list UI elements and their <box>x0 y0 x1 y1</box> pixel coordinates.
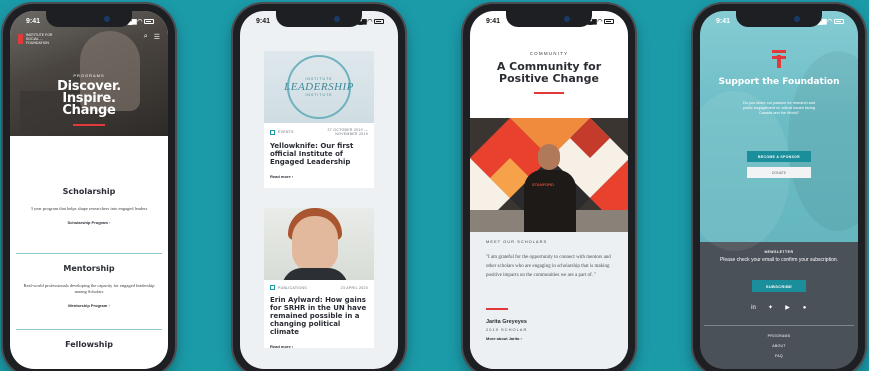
card-meta: EVENTS 27 OCTOBER 2019 — NOVEMBER 2019 <box>264 123 374 136</box>
support-title: Support the Foundation <box>718 77 840 87</box>
screen-community: 9:41 ▂▄▆ ◠ COMMUNITY A Community for Pos… <box>470 11 628 369</box>
twitter-icon[interactable]: ✦ <box>767 304 775 311</box>
accent-line <box>73 124 105 126</box>
leadership-badge-logo: INSTITUTE LEADERSHIP INSTITUTE <box>284 55 353 119</box>
shirt-text: STANFORD <box>532 182 554 187</box>
footer-link-programs[interactable]: PROGRAMS <box>700 334 858 338</box>
footer-divider <box>704 325 854 326</box>
section-heading: Fellowship <box>65 340 113 349</box>
card-date: 27 OCTOBER 2019 — NOVEMBER 2019 <box>327 128 368 136</box>
support-text: Do you share our passion for research an… <box>742 101 816 115</box>
linkedin-icon[interactable]: in <box>750 304 758 311</box>
status-time: 9:41 <box>26 17 41 25</box>
card-image <box>264 208 374 280</box>
notch <box>506 11 592 27</box>
section-heading: Scholarship <box>62 187 116 196</box>
card-meta: PUBLICATIONS 23 APRIL 2020 <box>264 280 374 290</box>
status-time: 9:41 <box>256 17 271 25</box>
section-label: MEET OUR SCHOLARS <box>486 239 548 244</box>
divider <box>16 253 162 254</box>
section-description: 3 year program that helps shape research… <box>30 206 148 211</box>
page-kicker: COMMUNITY <box>529 51 569 56</box>
notch <box>736 11 822 27</box>
status-time: 9:41 <box>716 17 731 25</box>
calendar-icon <box>270 129 275 135</box>
divider <box>16 329 162 330</box>
accent-line <box>486 308 508 310</box>
search-icon[interactable]: ⌕ <box>144 33 148 41</box>
hero-title: Discover. Inspire. Change <box>10 80 168 118</box>
notch <box>46 11 132 27</box>
program-section-mentorship: Mentorship Real-world professionals deve… <box>10 264 168 308</box>
donate-button[interactable]: DONATE <box>747 167 811 178</box>
program-section-scholarship: Scholarship 3 year program that helps sh… <box>10 187 168 225</box>
program-section-fellowship: Fellowship <box>10 340 168 349</box>
scholar-role: 2019 SCHOLAR <box>486 327 528 332</box>
card-category: EVENTS <box>278 130 294 134</box>
battery-icon <box>144 18 154 24</box>
card-category: PUBLICATIONS <box>278 285 308 290</box>
support-hero <box>700 11 858 251</box>
read-more-link[interactable]: Read more › <box>264 336 374 349</box>
card-title[interactable]: Erin Aylward: How gains for SRHR in the … <box>264 290 374 336</box>
header-icons: ⌕ ☰ <box>144 33 160 41</box>
site-logo[interactable]: INSTITUTE FOR SOCIAL ... FOUNDATION <box>18 33 66 45</box>
battery-icon <box>374 18 384 24</box>
screen-news: 9:41 ▂▄▆ ◠ INSTITUTE LEADERSHIP INSTITUT… <box>240 11 398 369</box>
logo-mark-icon <box>18 34 23 44</box>
chevron-right-icon: › <box>108 303 110 308</box>
phone-news: 9:41 ▂▄▆ ◠ INSTITUTE LEADERSHIP INSTITUT… <box>233 4 405 371</box>
status-time: 9:41 <box>486 17 501 25</box>
subscribe-button[interactable]: SUBSCRIBE <box>752 280 806 292</box>
phone-programs: 9:41 ▂▄▆ ◠ INSTITUTE FOR SOCIAL ... FOUN… <box>3 4 175 371</box>
screen-support: 9:41 ▂▄▆ ◠ Support the Foundation Do you… <box>700 11 858 369</box>
battery-icon <box>604 18 614 24</box>
news-card[interactable]: INSTITUTE LEADERSHIP INSTITUTE EVENTS 27… <box>264 51 374 188</box>
chevron-right-icon: › <box>520 336 522 341</box>
logo-text: INSTITUTE FOR SOCIAL ... FOUNDATION <box>26 33 53 45</box>
calendar-icon <box>270 285 275 290</box>
read-more-link[interactable]: Read more › <box>264 166 374 179</box>
card-image: INSTITUTE LEADERSHIP INSTITUTE <box>264 51 374 123</box>
screen-programs: 9:41 ▂▄▆ ◠ INSTITUTE FOR SOCIAL ... FOUN… <box>10 11 168 369</box>
chevron-right-icon: › <box>291 174 294 179</box>
page-title-line: Positive Change <box>499 72 599 85</box>
phone-support: 9:41 ▂▄▆ ◠ Support the Foundation Do you… <box>693 4 865 371</box>
battery-icon <box>834 18 844 24</box>
page-title: A Community for Positive Change <box>470 61 628 85</box>
scholarship-program-link[interactable]: Scholarship Program › <box>10 220 168 225</box>
accent-line <box>534 92 564 94</box>
more-about-link[interactable]: More about Jarita › <box>486 336 522 341</box>
section-heading: Mentorship <box>63 264 115 273</box>
section-description: Real-world professionals developing the … <box>23 283 155 294</box>
scholar-photo: STANFORD <box>470 118 628 232</box>
card-title[interactable]: Yellowknife: Our first official Institut… <box>264 136 374 166</box>
social-links: in ✦ ▶ ● <box>700 304 858 312</box>
menu-icon[interactable]: ☰ <box>154 33 160 41</box>
card-date: 23 APRIL 2020 <box>340 285 368 290</box>
chevron-right-icon: › <box>109 220 111 225</box>
hero-title-line: Change <box>62 103 116 118</box>
hero-kicker: PROGRAMS <box>73 73 105 78</box>
newsletter-message: Please check your email to confirm your … <box>719 257 839 263</box>
youtube-icon[interactable]: ▶ <box>784 304 792 311</box>
chevron-right-icon: › <box>291 344 294 349</box>
facebook-icon[interactable]: ● <box>801 304 809 311</box>
newsletter-label: NEWSLETTER <box>764 250 794 254</box>
footer-link-about[interactable]: ABOUT <box>700 344 858 348</box>
footer-link-faq[interactable]: FAQ <box>700 354 858 358</box>
scholar-quote: "I am grateful for the opportunity to co… <box>486 255 611 278</box>
foundation-logo-icon <box>772 50 786 68</box>
notch <box>276 11 362 27</box>
phone-community: 9:41 ▂▄▆ ◠ COMMUNITY A Community for Pos… <box>463 4 635 371</box>
become-sponsor-button[interactable]: BECOME A SPONSOR <box>747 151 811 162</box>
mentorship-program-link[interactable]: Mentorship Program › <box>10 303 168 308</box>
news-card[interactable]: PUBLICATIONS 23 APRIL 2020 Erin Aylward:… <box>264 208 374 349</box>
scholar-name: Jarita Greyeyes <box>486 319 527 325</box>
